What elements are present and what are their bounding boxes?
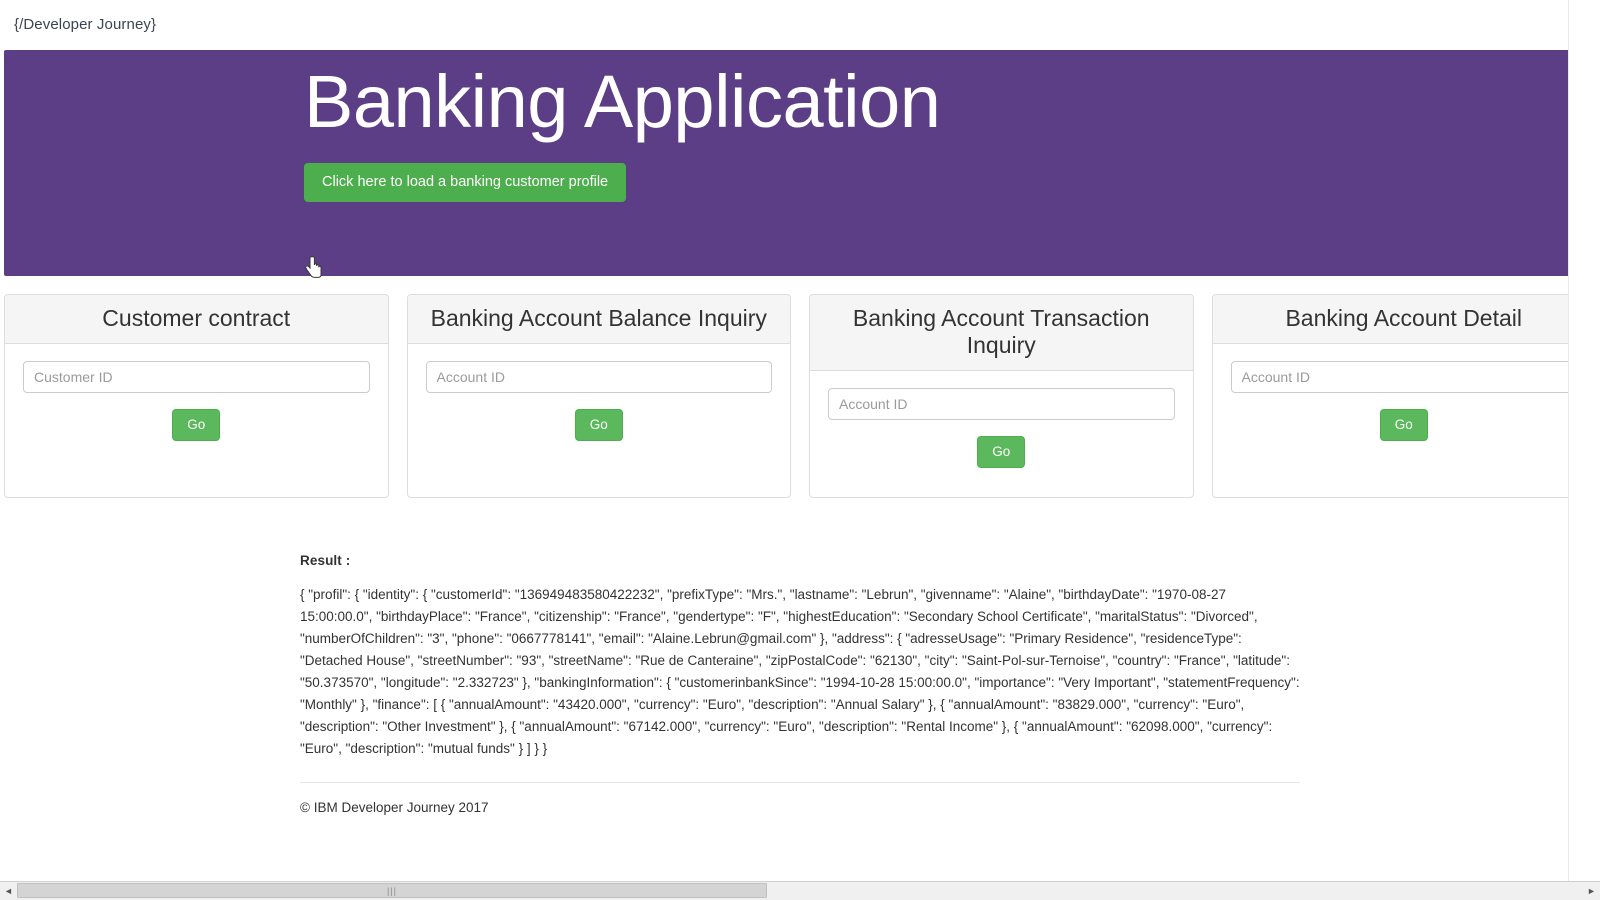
panel-heading: Banking Account Transaction Inquiry [810,295,1193,372]
scroll-right-arrow-icon[interactable]: ► [1583,882,1600,900]
footer-copyright: © IBM Developer Journey 2017 [300,800,489,815]
balance-inquiry-go-button[interactable]: Go [574,409,623,442]
panel-title: Banking Account Transaction Inquiry [852,305,1150,359]
customer-contract-go-button[interactable]: Go [172,409,221,442]
load-customer-profile-button[interactable]: Click here to load a banking customer pr… [304,162,627,203]
panel-banking-account-transaction-inquiry: Banking Account Transaction Inquiry Go [809,294,1194,498]
panel-body: Go [810,371,1193,497]
account-detail-go-button[interactable]: Go [1379,409,1428,442]
panel-banking-account-detail: Banking Account Detail Go [1211,294,1596,498]
horizontal-scrollbar[interactable]: ◄ ||| ► [0,881,1600,900]
transaction-account-id-input[interactable] [828,388,1175,421]
footer-divider [300,782,1300,783]
scrollbar-grip-icon: ||| [386,885,398,896]
panel-heading: Banking Account Balance Inquiry [407,295,790,345]
panel-title: Banking Account Balance Inquiry [430,305,767,331]
scrollbar-thumb[interactable]: ||| [17,883,767,898]
result-label: Result : [300,553,351,568]
panel-body: Go [1213,344,1596,497]
panel-heading: Banking Account Detail [1212,295,1595,345]
panel-title: Banking Account Detail [1285,305,1523,331]
brand-text: {/Developer Journey} [14,16,157,33]
panel-body: Go [5,344,388,497]
hero-jumbotron: Banking Application Click here to load a… [4,50,1596,278]
browser-viewport: {/Developer Journey} Banking Application… [0,0,1600,900]
page-right-edge [1568,0,1600,881]
panel-banking-account-balance-inquiry: Banking Account Balance Inquiry Go [406,294,791,498]
panel-title: Customer contract [102,305,291,331]
inquiry-panels-row: Customer contract Go Banking Account Bal… [0,276,1600,498]
customer-id-input[interactable] [23,361,370,394]
scroll-left-arrow-icon[interactable]: ◄ [0,882,17,900]
transaction-inquiry-go-button[interactable]: Go [977,436,1026,469]
balance-account-id-input[interactable] [425,361,772,394]
result-section: Result : { "profil": { "identity": { "cu… [300,498,1300,815]
panel-customer-contract: Customer contract Go [4,294,389,498]
scrollbar-track[interactable]: ||| [17,882,1583,900]
panel-body: Go [408,344,791,497]
brand-bar: {/Developer Journey} [0,0,1600,50]
page-title: Banking Application [304,60,941,143]
panel-heading: Customer contract [5,295,388,345]
detail-account-id-input[interactable] [1230,361,1577,394]
result-json-output: { "profil": { "identity": { "customerId"… [300,587,1300,756]
